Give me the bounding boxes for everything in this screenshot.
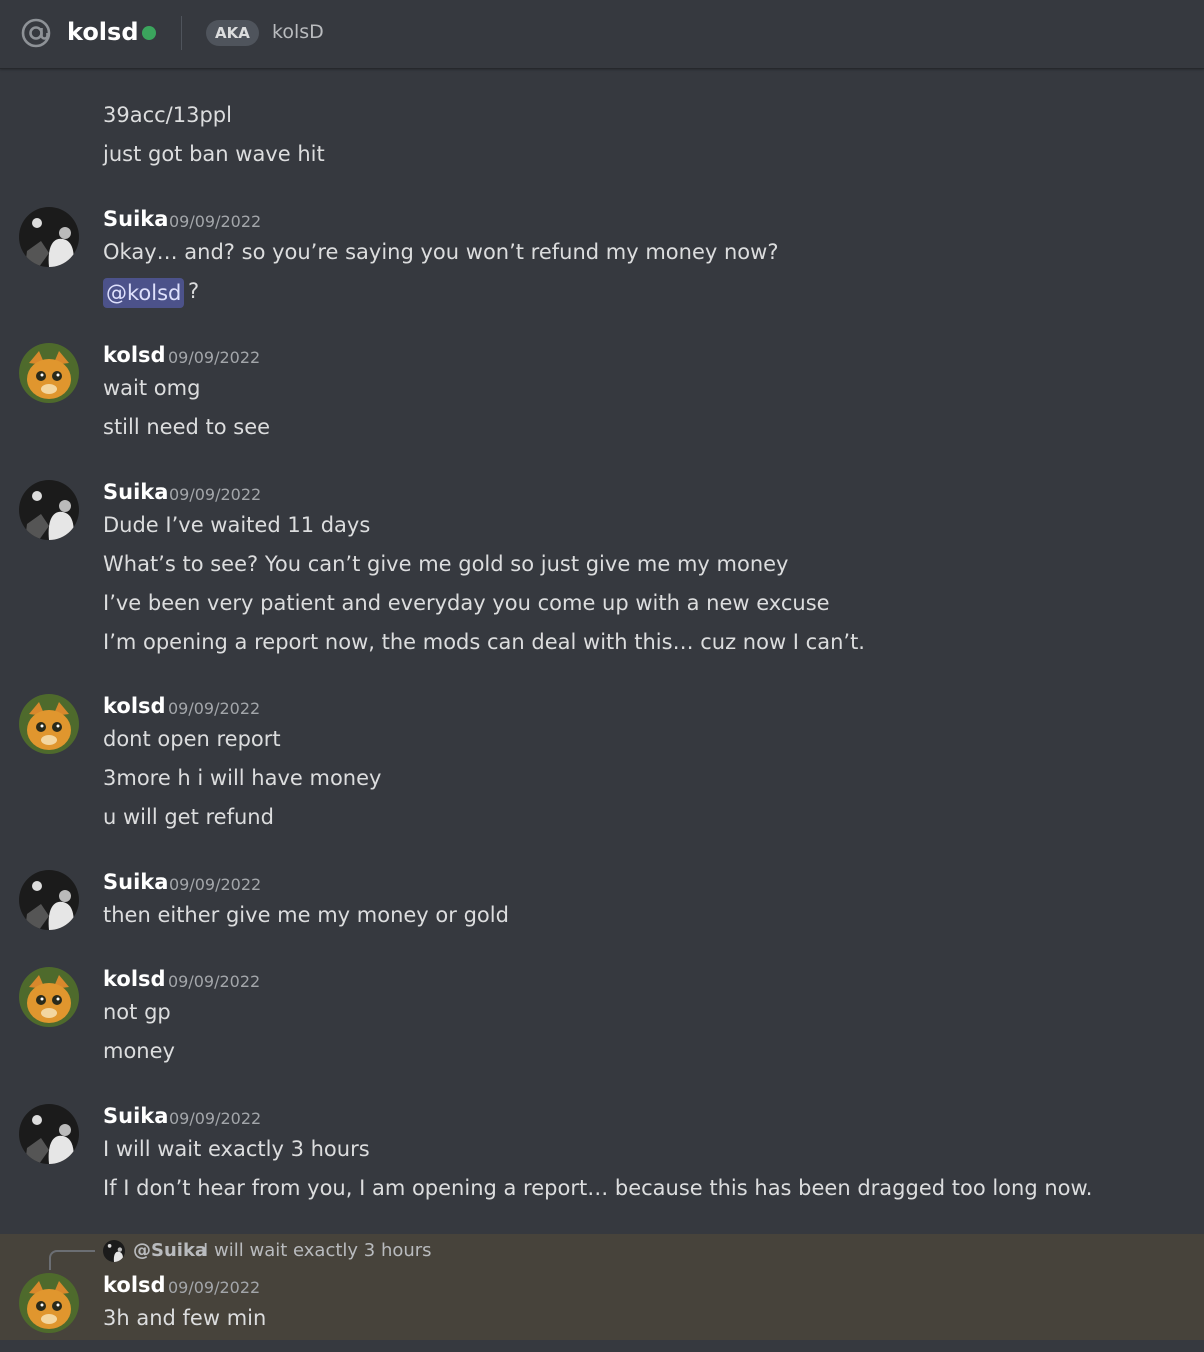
message-text: Okay… and? so you’re saying you won’t re… xyxy=(103,240,779,264)
message-text: I’ve been very patient and everyday you … xyxy=(103,591,830,615)
avatar[interactable] xyxy=(19,967,79,1027)
dm-user-name[interactable]: kolsd xyxy=(67,18,139,46)
message-text: 3h and few min xyxy=(103,1306,267,1330)
message-timestamp: 09/09/2022 xyxy=(169,875,262,894)
header-divider xyxy=(181,16,182,50)
message-text: wait omg xyxy=(103,376,201,400)
message-text: If I don’t hear from you, I am opening a… xyxy=(103,1176,1093,1200)
message-author[interactable]: kolsd xyxy=(103,967,166,991)
avatar[interactable] xyxy=(19,207,79,267)
message-text: Dude I’ve waited 11 days xyxy=(103,513,371,537)
message-text: still need to see xyxy=(103,415,271,439)
message-text: u will get refund xyxy=(103,805,274,829)
message-text: I’m opening a report now, the mods can d… xyxy=(103,630,865,654)
message-author[interactable]: Suika xyxy=(103,870,168,894)
message-timestamp: 09/09/2022 xyxy=(168,699,261,718)
reply-avatar[interactable] xyxy=(103,1240,125,1262)
aka-badge: AKA xyxy=(206,20,259,46)
message-timestamp: 09/09/2022 xyxy=(169,485,262,504)
message-author[interactable]: Suika xyxy=(103,1104,168,1128)
message-author[interactable]: Suika xyxy=(103,480,168,504)
message-timestamp: 09/09/2022 xyxy=(169,1109,262,1128)
avatar[interactable] xyxy=(19,343,79,403)
channel-header: kolsd AKA kolsD xyxy=(0,0,1204,69)
online-status-icon xyxy=(142,26,156,40)
message-text: money xyxy=(103,1039,175,1063)
message-text: 3more h i will have money xyxy=(103,766,382,790)
message-text: 39acc/13ppl xyxy=(103,103,232,127)
message-author[interactable]: kolsd xyxy=(103,343,166,367)
message-text: just got ban wave hit xyxy=(103,142,325,166)
at-sign-icon xyxy=(21,18,51,48)
message-timestamp: 09/09/2022 xyxy=(168,1278,261,1297)
avatar[interactable] xyxy=(19,480,79,540)
message-author[interactable]: kolsd xyxy=(103,694,166,718)
message-timestamp: 09/09/2022 xyxy=(168,972,261,991)
reply-preview-text[interactable]: I will wait exactly 3 hours xyxy=(203,1240,432,1261)
message-text: dont open report xyxy=(103,727,281,751)
avatar[interactable] xyxy=(19,1273,79,1333)
reply-connector xyxy=(49,1250,95,1270)
avatar[interactable] xyxy=(19,870,79,930)
message-text: What’s to see? You can’t give me gold so… xyxy=(103,552,789,576)
message-text: ? xyxy=(188,279,200,303)
message-author[interactable]: Suika xyxy=(103,207,168,231)
avatar[interactable] xyxy=(19,1104,79,1164)
aka-name: kolsD xyxy=(272,21,324,43)
message-text: then either give me my money or gold xyxy=(103,903,509,927)
message-text: I will wait exactly 3 hours xyxy=(103,1137,370,1161)
reply-author[interactable]: @Suika xyxy=(133,1240,207,1261)
message-timestamp: 09/09/2022 xyxy=(169,212,262,231)
user-mention[interactable]: @kolsd xyxy=(103,278,185,308)
message-text: not gp xyxy=(103,1000,171,1024)
message-list-bottom xyxy=(0,1340,1204,1352)
avatar[interactable] xyxy=(19,694,79,754)
message-author[interactable]: kolsd xyxy=(103,1273,166,1297)
message-timestamp: 09/09/2022 xyxy=(168,348,261,367)
